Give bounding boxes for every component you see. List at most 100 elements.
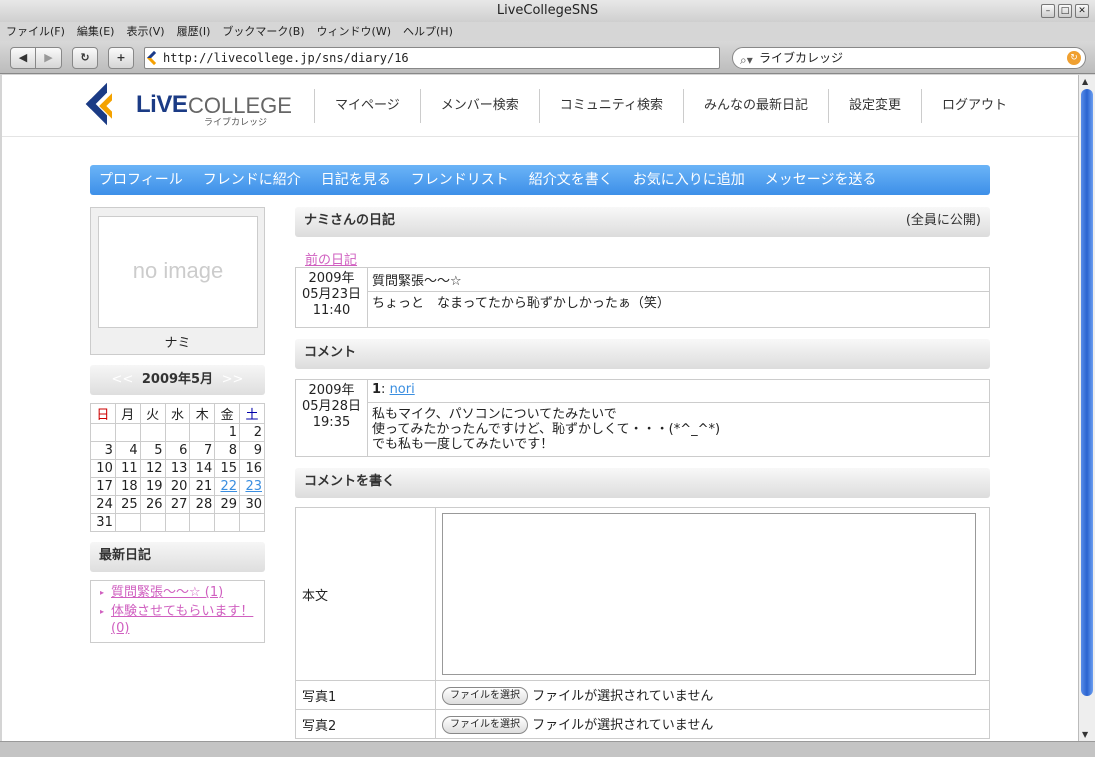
browser-toolbar: ◀ ▶ ↻ + http://livecollege.jp/sns/diary/… [0, 41, 1095, 74]
search-go-icon[interactable]: ↻ [1067, 51, 1081, 65]
calendar-day: 9 [239, 441, 265, 460]
search-icon: ⌕▾ [740, 53, 753, 67]
minimize-button[interactable]: – [1041, 4, 1055, 18]
calendar-day: 1 [214, 423, 241, 442]
forward-button[interactable]: ▶ [36, 47, 62, 69]
lnav-add-favorite[interactable]: お気に入りに追加 [633, 165, 745, 195]
comment-form: 本文 写真1 ファイルを選択 ファイルが選択されていません 写真2 ファイルを選 [295, 507, 990, 739]
comment-author-link[interactable]: nori [390, 382, 415, 397]
calendar-day: 12 [139, 459, 166, 478]
lnav-diary[interactable]: 日記を見る [321, 165, 391, 195]
calendar-day: 26 [139, 495, 166, 514]
scroll-up-icon[interactable]: ▲ [1082, 77, 1088, 86]
calendar-day [90, 423, 116, 442]
calendar: 日 月 火 水 木 金 土 1 2 3 4 5 6 7 8 9 10 11 12… [90, 403, 265, 532]
calendar-day: 21 [189, 477, 216, 496]
calendar-day: 14 [189, 459, 216, 478]
calendar-day-22-link[interactable]: 22 [221, 479, 238, 494]
lnav-profile[interactable]: プロフィール [99, 165, 183, 195]
back-button[interactable]: ◀ [10, 47, 36, 69]
calendar-day: 8 [214, 441, 241, 460]
calendar-day: 4 [114, 441, 141, 460]
gnav-community-search[interactable]: コミュニティ検索 [538, 89, 683, 123]
calendar-day: 10 [90, 459, 116, 478]
address-bar[interactable]: http://livecollege.jp/sns/diary/16 [144, 47, 720, 69]
body-label: 本文 [295, 507, 436, 681]
url-text: http://livecollege.jp/sns/diary/16 [163, 51, 409, 65]
gnav-latest-diaries[interactable]: みんなの最新日記 [683, 89, 828, 123]
comment-date-time: 19:35 [312, 415, 351, 430]
profile-photo[interactable]: no image [98, 216, 258, 328]
calendar-day: 19 [139, 477, 166, 496]
calendar-day [214, 513, 241, 532]
photo1-file-button[interactable]: ファイルを選択 [442, 687, 528, 706]
menu-window[interactable]: ウィンドウ(W) [317, 22, 391, 41]
menu-edit[interactable]: 編集(E) [77, 22, 115, 41]
calendar-dow: 火 [139, 403, 166, 424]
calendar-dow: 月 [114, 403, 141, 424]
comment-body-textarea[interactable] [442, 513, 976, 675]
photo2-label: 写真2 [295, 709, 436, 739]
calendar-day: 16 [239, 459, 265, 478]
menu-file[interactable]: ファイル(F) [6, 22, 65, 41]
search-input[interactable]: ⌕▾ ライブカレッジ ↻ [732, 47, 1086, 69]
calendar-day: 27 [164, 495, 191, 514]
calendar-dow: 土 [239, 403, 265, 424]
main-column: ナミさんの日記 (全員に公開) 前の日記 2009年 05月23日 11:40 … [295, 207, 990, 739]
scroll-thumb[interactable] [1081, 89, 1093, 696]
lnav-friend-list[interactable]: フレンドリスト [411, 165, 509, 195]
prev-diary-link[interactable]: 前の日記 [305, 249, 990, 268]
calendar-day-23-link[interactable]: 23 [245, 479, 262, 494]
site-header: LiVE COLLEGE ライブカレッジ マイページ メンバー検索 コミュニティ… [2, 75, 1078, 137]
gnav-logout[interactable]: ログアウト [921, 89, 1027, 123]
calendar-day: 11 [114, 459, 141, 478]
site-logo[interactable]: LiVE COLLEGE ライブカレッジ [85, 82, 292, 128]
diary-visibility: (全員に公開) [905, 213, 981, 228]
gnav-settings[interactable]: 設定変更 [828, 89, 921, 123]
calendar-day-link[interactable]: 22 [214, 477, 241, 496]
profile-box: no image ナミ [90, 207, 265, 355]
calendar-next-button[interactable]: >> [222, 372, 244, 387]
recent-diary-item[interactable]: 質問緊張～～☆ (1) [100, 584, 264, 601]
lnav-send-message[interactable]: メッセージを送る [765, 165, 877, 195]
photo1-file-status: ファイルが選択されていません [532, 688, 714, 704]
calendar-day: 15 [214, 459, 241, 478]
lnav-introduce[interactable]: フレンドに紹介 [203, 165, 301, 195]
gnav-member-search[interactable]: メンバー検索 [419, 89, 539, 123]
lnav-write-intro[interactable]: 紹介文を書く [529, 165, 613, 195]
comments-header: コメント [295, 339, 990, 369]
calendar-day: 5 [139, 441, 166, 460]
menu-history[interactable]: 履歴(I) [177, 22, 211, 41]
comment-line: でも私も一度してみたいです！ [372, 437, 554, 452]
comment-entry: 2009年 05月28日 19:35 1: nori 私もマイク、パソコンについ… [295, 379, 990, 457]
calendar-day-link[interactable]: 23 [239, 477, 265, 496]
status-bar [0, 741, 1095, 757]
calendar-header: << 2009年5月 >> [90, 365, 265, 395]
calendar-day [189, 423, 216, 442]
diary-title: 質問緊張～～☆ [367, 267, 990, 292]
calendar-day: 7 [189, 441, 216, 460]
menu-bookmarks[interactable]: ブックマーク(B) [222, 22, 304, 41]
vertical-scrollbar[interactable]: ▲ ▼ [1078, 75, 1095, 741]
maximize-button[interactable]: □ [1058, 4, 1072, 18]
scroll-down-icon[interactable]: ▼ [1082, 730, 1088, 739]
add-bookmark-button[interactable]: + [108, 47, 134, 69]
recent-diary-item[interactable]: 体験させてもらいます！ (0) [100, 603, 264, 637]
calendar-day: 13 [164, 459, 191, 478]
reload-button[interactable]: ↻ [72, 47, 98, 69]
calendar-day: 20 [164, 477, 191, 496]
comment-date-year: 2009年 [308, 383, 355, 398]
local-nav: プロフィール フレンドに紹介 日記を見る フレンドリスト 紹介文を書く お気に入… [90, 165, 990, 195]
photo2-file-button[interactable]: ファイルを選択 [442, 716, 528, 735]
close-button[interactable]: ✕ [1075, 4, 1089, 18]
menu-view[interactable]: 表示(V) [126, 22, 164, 41]
comment-number: 1 [372, 382, 382, 397]
diary-date-year: 2009年 [308, 271, 355, 286]
calendar-day [189, 513, 216, 532]
menu-help[interactable]: ヘルプ(H) [403, 22, 453, 41]
profile-name: ナミ [164, 336, 191, 351]
recent-diary-list: 質問緊張～～☆ (1) 体験させてもらいます！ (0) [90, 580, 265, 643]
gnav-mypage[interactable]: マイページ [314, 89, 420, 123]
comment-date: 2009年 05月28日 19:35 [295, 379, 368, 457]
calendar-prev-button[interactable]: << [112, 372, 134, 387]
